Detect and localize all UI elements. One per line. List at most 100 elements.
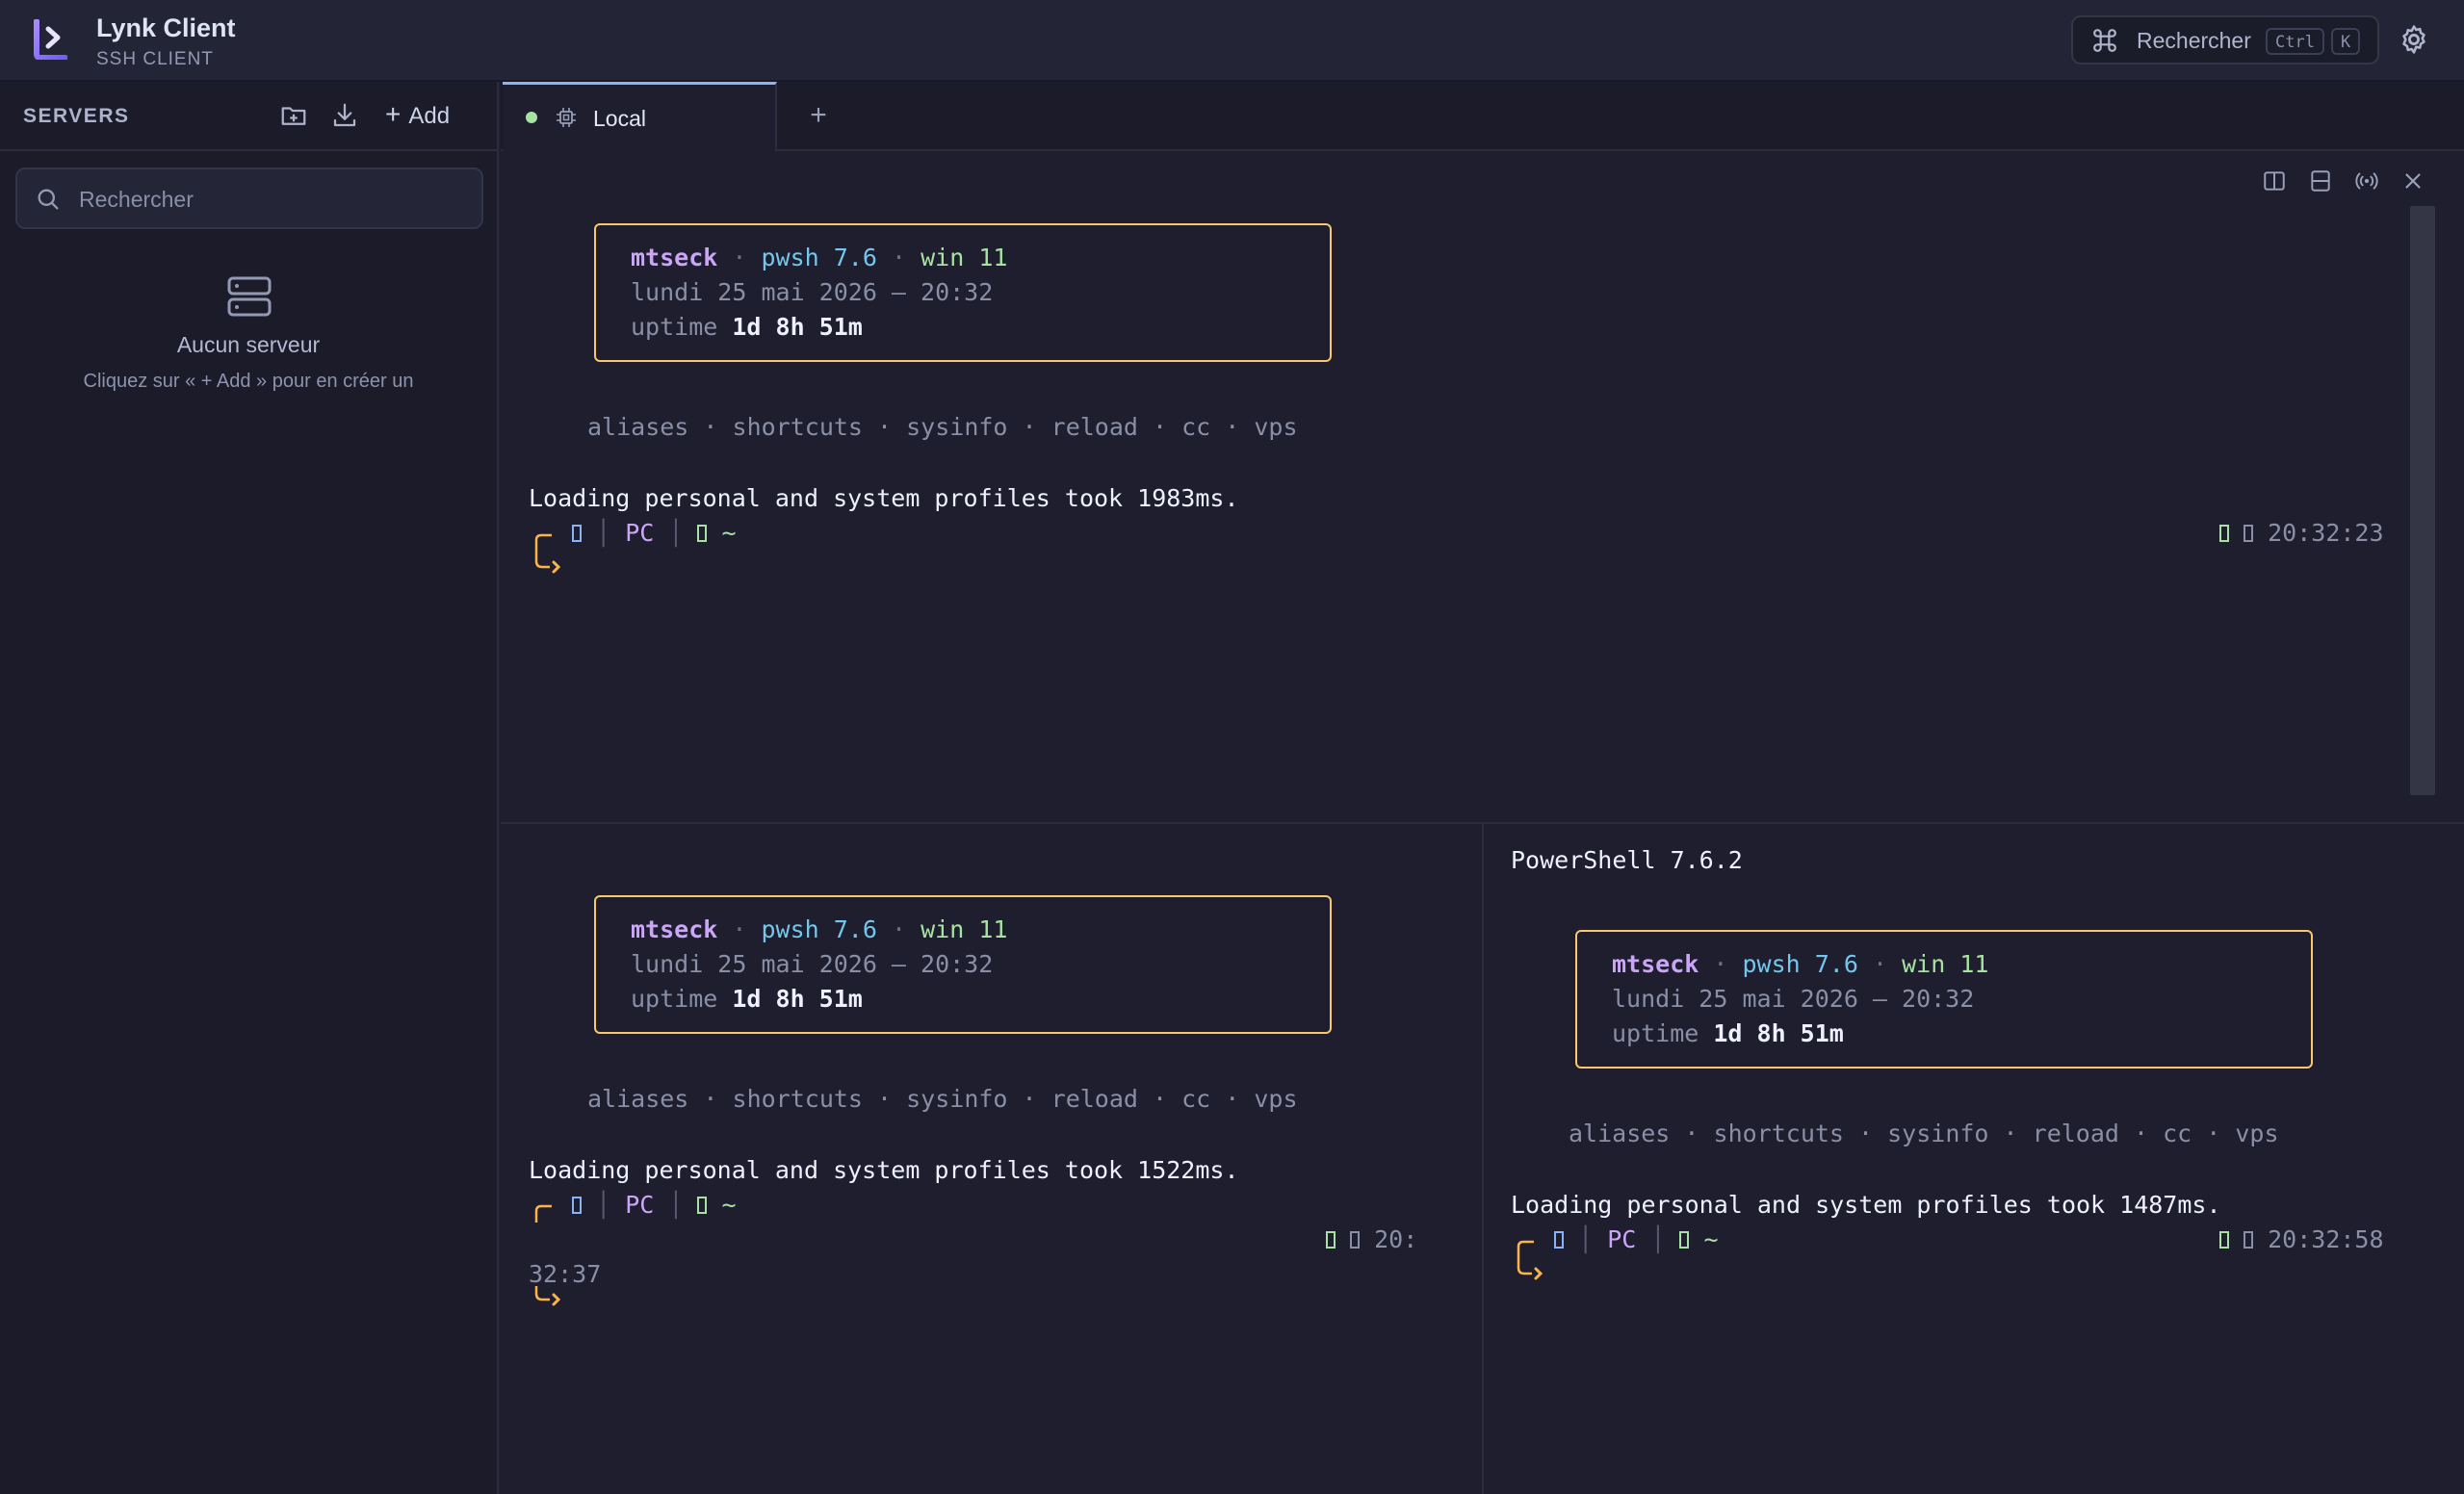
prompt-corner-icon — [1517, 1240, 1543, 1280]
sidebar-header: SERVERS + Add — [0, 82, 497, 151]
new-tab-button[interactable]: + — [804, 101, 833, 130]
banner-date: lundi 25 mai 2026 — 20:32 — [631, 950, 994, 978]
prompt-host: PC — [625, 1191, 655, 1219]
prompt-path: ~ — [721, 519, 737, 547]
folder-icon — [697, 525, 708, 542]
banner-separator: · — [891, 244, 907, 271]
status-ok-icon — [2219, 525, 2229, 542]
prompt-time: 20:32:58 — [2268, 1225, 2384, 1253]
aliases-line: aliases · shortcuts · sysinfo · reload ·… — [587, 1085, 1298, 1113]
prompt-os-icon — [1554, 1231, 1564, 1249]
clock-icon — [2244, 525, 2254, 542]
clock-icon — [1350, 1231, 1361, 1249]
banner-date: lundi 25 mai 2026 — 20:32 — [631, 278, 994, 306]
profile-load-line: Loading personal and system profiles too… — [529, 484, 1239, 512]
banner-separator: · — [732, 244, 747, 271]
prompt-right-status: 20:32:23 — [2219, 519, 2384, 547]
prompt-path: ~ — [1703, 1225, 1719, 1253]
servers-title: SERVERS — [23, 105, 130, 127]
import-icon[interactable] — [330, 101, 359, 130]
server-stack-icon — [227, 276, 272, 317]
tab-bar: Local + — [501, 82, 2464, 151]
prompt-time: 20: — [1374, 1225, 1418, 1253]
shortcut-key-k: K — [2331, 28, 2361, 55]
gear-icon[interactable] — [2398, 23, 2430, 56]
prompt-host: PC — [1607, 1225, 1637, 1253]
banner-separator: · — [1713, 950, 1728, 978]
banner-uptime-label: uptime — [631, 313, 718, 341]
prompt-os-icon — [572, 1197, 582, 1214]
banner-separator: · — [732, 915, 747, 943]
tab-label: Local — [593, 106, 646, 131]
prompt-path: ~ — [721, 1191, 737, 1219]
app-subtitle: SSH CLIENT — [96, 49, 214, 69]
cpu-icon — [557, 108, 576, 127]
command-icon — [2093, 29, 2116, 52]
banner-separator: · — [1872, 950, 1888, 978]
prompt-time-wrapped: 32:37 — [529, 1260, 602, 1288]
prompt-right-status: 20:32:58 — [2219, 1225, 2384, 1253]
banner-shell: pwsh 7.6 — [1742, 950, 1858, 978]
prompt-line: │ PC │ ~ — [572, 519, 737, 547]
server-search-field[interactable] — [15, 167, 483, 229]
prompt-line: │ PC │ ~ — [572, 1191, 737, 1219]
prompt-line: │ PC │ ~ — [1554, 1225, 1719, 1253]
app-header: Lynk Client SSH CLIENT Rechercher Ctrl K — [0, 0, 2464, 82]
welcome-banner: mtseck · pwsh 7.6 · win 11 lundi 25 mai … — [594, 895, 1332, 1034]
empty-state-hint: Cliquez sur « + Add » pour en créer un — [83, 371, 414, 392]
terminal-pane-top[interactable]: mtseck · pwsh 7.6 · win 11 lundi 25 mai … — [501, 151, 2464, 822]
banner-os: win 11 — [1902, 950, 1989, 978]
plus-icon: + — [385, 99, 402, 129]
banner-uptime-label: uptime — [631, 985, 718, 1013]
shortcut-key-ctrl: Ctrl — [2266, 28, 2324, 55]
command-search-button[interactable]: Rechercher Ctrl K — [2071, 15, 2379, 64]
prompt-os-icon — [572, 525, 582, 542]
split-horizontal-icon[interactable] — [2308, 168, 2333, 193]
profile-load-line: Loading personal and system profiles too… — [1511, 1191, 2221, 1219]
status-ok-icon — [1326, 1231, 1336, 1249]
split-vertical-icon[interactable] — [2262, 168, 2287, 193]
terminal-pane-bottom-left[interactable]: mtseck · pwsh 7.6 · win 11 lundi 25 mai … — [501, 824, 1482, 1494]
empty-state-title: Aucun serveur — [176, 332, 321, 357]
add-server-label: Add — [408, 103, 451, 129]
search-icon — [38, 189, 59, 210]
banner-user: mtseck — [631, 244, 718, 271]
app-title: Lynk Client — [96, 13, 236, 42]
welcome-banner: mtseck · pwsh 7.6 · win 11 lundi 25 mai … — [1575, 930, 2313, 1069]
lynk-logo-icon — [34, 19, 67, 60]
connection-status-dot — [526, 112, 537, 123]
sidebar: SERVERS +Add Aucun serveur Cliquez sur «… — [0, 82, 499, 1494]
tab-local[interactable]: Local — [503, 82, 777, 151]
broadcast-icon[interactable] — [2354, 168, 2379, 193]
banner-shell: pwsh 7.6 — [761, 915, 877, 943]
command-search-label: Rechercher — [2137, 28, 2251, 53]
prompt-time: 20:32:23 — [2268, 519, 2384, 547]
terminal-scrollbar[interactable] — [2410, 206, 2435, 795]
welcome-banner: mtseck · pwsh 7.6 · win 11 lundi 25 mai … — [594, 223, 1332, 362]
prompt-corner-icon — [534, 533, 561, 574]
aliases-line: aliases · shortcuts · sysinfo · reload ·… — [587, 413, 1298, 441]
clock-icon — [2244, 1231, 2254, 1249]
banner-separator: · — [891, 915, 907, 943]
server-search-input[interactable] — [77, 181, 466, 218]
banner-shell: pwsh 7.6 — [761, 244, 877, 271]
add-server-button[interactable]: + Add — [385, 99, 450, 132]
banner-uptime-label: uptime — [1612, 1019, 1699, 1047]
banner-uptime-value: 1d 8h 51m — [732, 313, 863, 341]
banner-os: win 11 — [921, 244, 1008, 271]
folder-icon — [1679, 1231, 1690, 1249]
banner-user: mtseck — [1612, 950, 1699, 978]
prompt-host: PC — [625, 519, 655, 547]
profile-load-line: Loading personal and system profiles too… — [529, 1156, 1239, 1184]
prompt-right-status: 20: — [1326, 1225, 1417, 1253]
prompt-arrow-icon — [534, 1286, 561, 1306]
banner-os: win 11 — [921, 915, 1008, 943]
close-pane-icon[interactable] — [2400, 168, 2425, 193]
banner-uptime-value: 1d 8h 51m — [1713, 1019, 1844, 1047]
terminal-pane-bottom-right[interactable]: PowerShell 7.6.2 mtseck · pwsh 7.6 · win… — [1484, 824, 2464, 1494]
new-folder-icon[interactable] — [279, 101, 308, 130]
banner-user: mtseck — [631, 915, 718, 943]
folder-icon — [697, 1197, 708, 1214]
prompt-corner-icon — [534, 1204, 552, 1223]
shell-version-line: PowerShell 7.6.2 — [1511, 846, 1743, 874]
